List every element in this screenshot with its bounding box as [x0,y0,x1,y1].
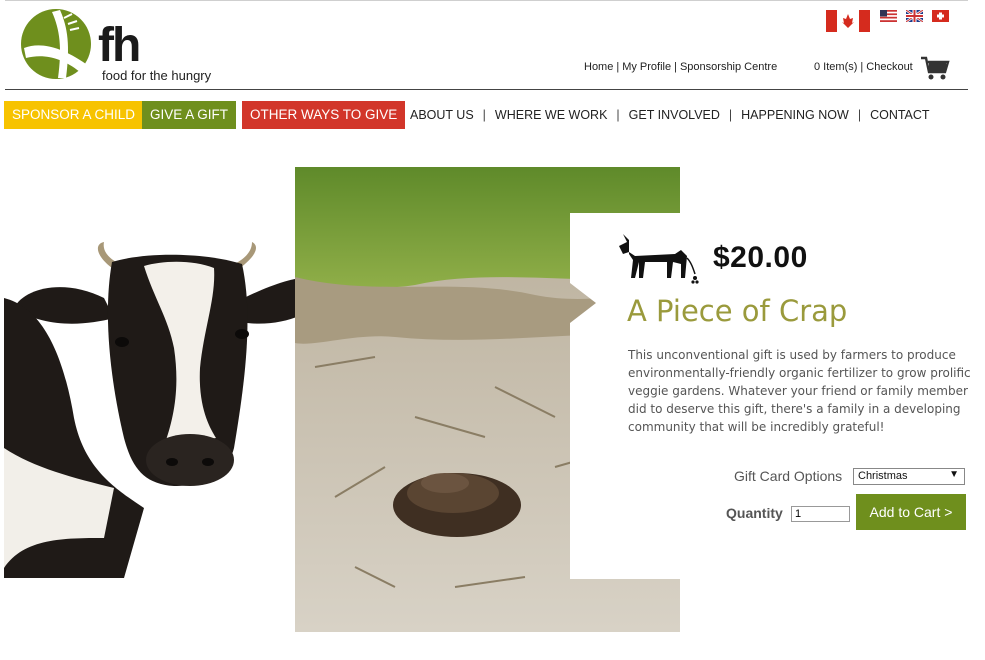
sponsorship-centre-link[interactable]: Sponsorship Centre [680,61,777,73]
give-a-gift-button[interactable]: GIVE A GIFT [142,101,237,129]
quantity-input[interactable] [791,506,850,522]
product-price: $20.00 [713,241,808,274]
separator: | [674,61,677,73]
gift-card-options-select[interactable]: Christmas ▼ [853,468,965,485]
separator: | [857,108,862,122]
product-description: This unconventional gift is used by farm… [628,348,971,434]
cart-summary: 0 Item(s) | Checkout [814,61,913,73]
checkout-link[interactable]: Checkout [866,61,912,73]
separator: | [616,61,620,73]
separator: | [860,61,864,73]
gift-card-options-label: Gift Card Options [734,468,843,484]
logo-wordmark: fh [98,19,141,72]
logo-tagline: food for the hungry [102,68,212,83]
product-title: A Piece of Crap [627,294,848,328]
switzerland-flag-icon[interactable] [932,10,949,22]
uk-flag-icon[interactable] [906,10,923,22]
globe-leaf-icon [21,9,91,79]
top-rule [5,0,968,1]
logo[interactable]: fh food for the hungry [20,8,230,86]
quantity-label: Quantity [726,505,783,521]
cart-count-link[interactable]: 0 Item(s) [814,61,857,73]
nav-contact[interactable]: CONTACT [870,108,930,122]
sponsor-a-child-button[interactable]: SPONSOR A CHILD [4,101,144,129]
nav-about-us[interactable]: ABOUT US [410,108,474,122]
home-link[interactable]: Home [584,61,613,73]
main-nav: ABOUT US | WHERE WE WORK | GET INVOLVED | HAPP… [410,108,930,122]
separator: | [616,108,620,122]
canada-flag-icon[interactable] [826,10,870,32]
country-selector [826,10,966,34]
shopping-cart-icon[interactable] [920,55,950,81]
add-to-cart-button[interactable]: Add to Cart > [856,494,966,530]
usa-flag-icon[interactable] [880,10,897,22]
utility-nav: Home | My Profile | Sponsorship Centre [584,61,777,73]
nav-where-we-work[interactable]: WHERE WE WORK [495,108,608,122]
separator: | [482,108,486,122]
gift-card-selected-value: Christmas [858,470,908,482]
header-divider [5,89,968,90]
nav-get-involved[interactable]: GET INVOLVED [629,108,720,122]
goat-icon [619,234,699,284]
dropdown-arrow-icon: ▼ [949,469,959,480]
cow-image [4,242,334,578]
separator: | [728,108,733,122]
my-profile-link[interactable]: My Profile [622,61,671,73]
other-ways-to-give-button[interactable]: OTHER WAYS TO GIVE [242,101,406,129]
nav-happening-now[interactable]: HAPPENING NOW [741,108,849,122]
